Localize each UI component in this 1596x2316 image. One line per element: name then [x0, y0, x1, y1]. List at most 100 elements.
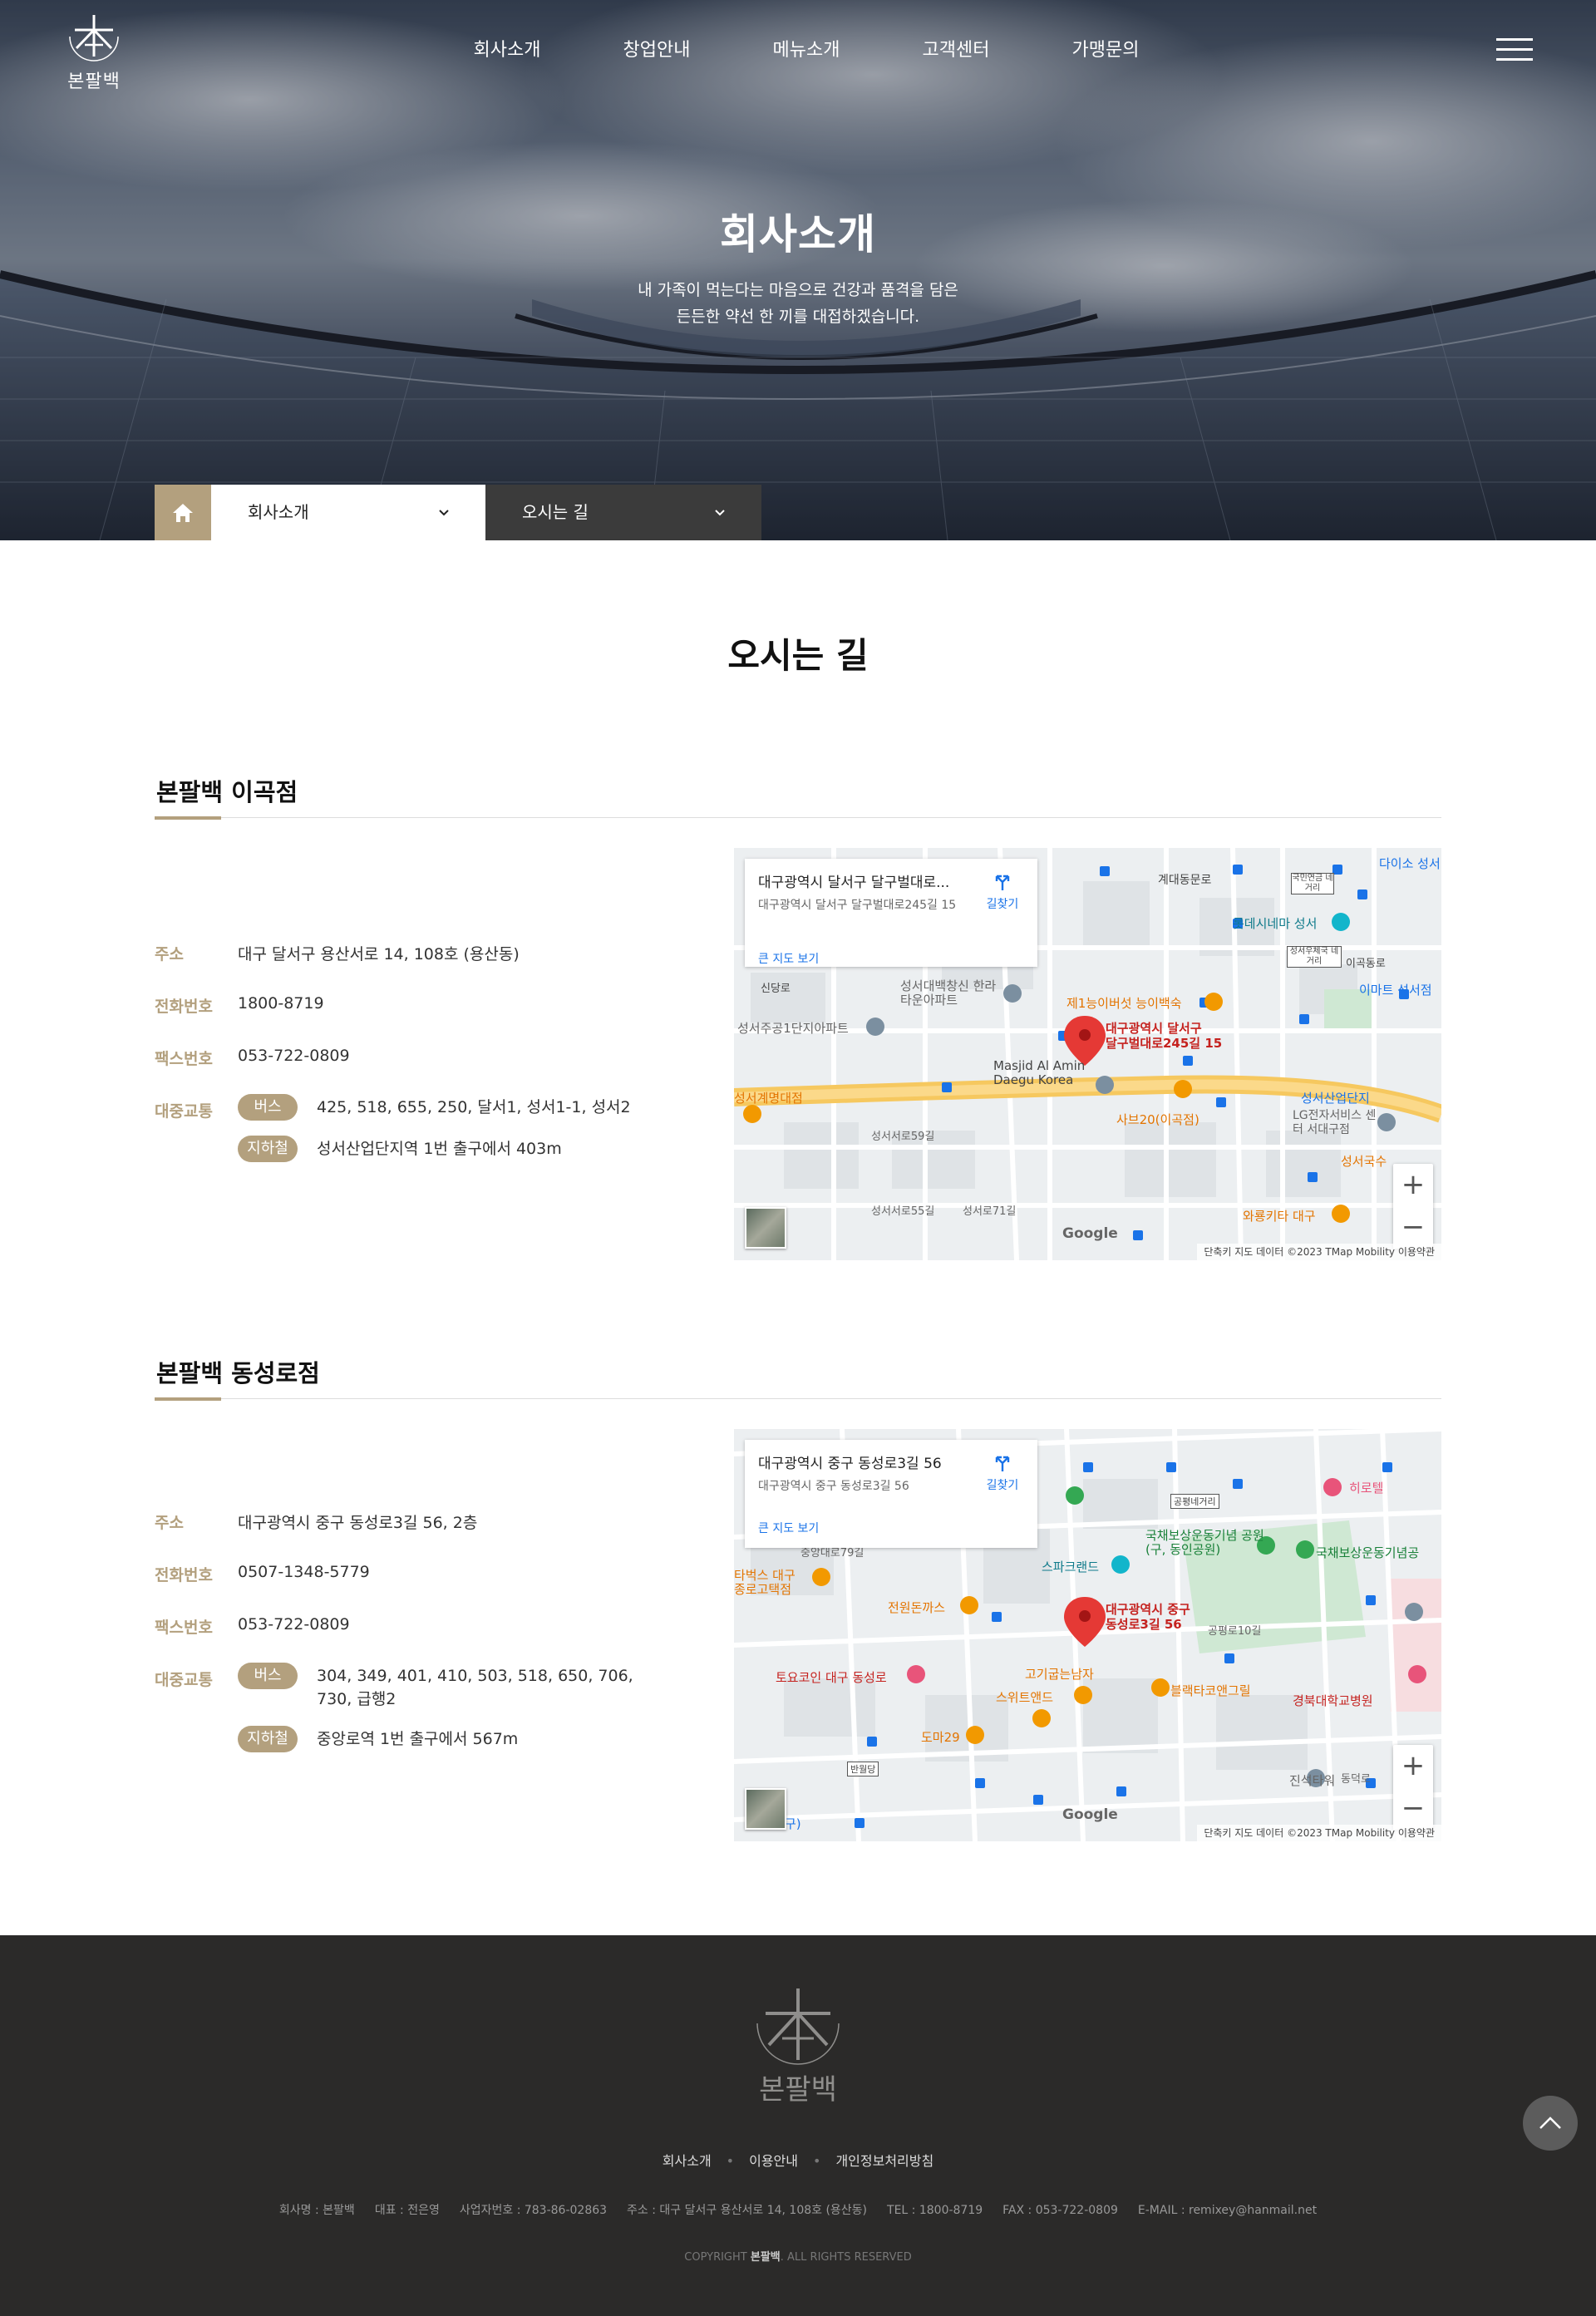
map-place-label: 스파크랜드 — [1042, 1560, 1100, 1574]
main-navigation: 회사소개 창업안내 메뉴소개 고객센터 가맹문의 — [432, 37, 1180, 65]
google-map-igok[interactable]: 다이소 성서 계대동문로 롯데시네마 성서 이곡동로 이마트 성서점 신당로 성… — [734, 848, 1441, 1260]
scroll-to-top-button[interactable] — [1523, 2096, 1578, 2151]
map-place-label: 롯데시네마 성서 — [1233, 916, 1318, 931]
nav-company[interactable]: 회사소개 — [432, 37, 582, 65]
directions-icon — [995, 875, 1010, 890]
branch-name: 본팔백 동성로점 — [156, 1359, 320, 1387]
footer-logo[interactable]: 본팔백 — [752, 1985, 844, 2107]
bus-routes: 425, 518, 655, 250, 달서1, 성서1-1, 성서2 — [317, 1098, 631, 1116]
copyright: COPYRIGHT 본팔백. ALL RIGHTS RESERVED — [0, 2248, 1596, 2264]
zoom-out-button[interactable]: − — [1393, 1787, 1433, 1830]
map-pin-label: 대구광역시 달서구 달구벌대로245길 15 — [1106, 1021, 1222, 1051]
map-info-card: 대구광역시 달서구 달구벌대로... 대구광역시 달서구 달구벌대로245길 1… — [745, 859, 1037, 967]
map-pin-label: 대구광역시 중구 동성로3길 56 — [1106, 1602, 1190, 1632]
view-larger-map-link[interactable]: 큰 지도 보기 — [758, 1520, 819, 1536]
bus-badge: 버스 — [238, 1663, 298, 1689]
footer-company-info: 회사명 : 본팔백 대표 : 전은영 사업자번호 : 783-86-02863 주소 … — [0, 2201, 1596, 2218]
map-place-label: 성서산업단지 — [1301, 1091, 1370, 1106]
nav-startup[interactable]: 창업안내 — [582, 37, 732, 65]
zoom-in-button[interactable]: + — [1393, 1745, 1433, 1787]
company-fax: FAX : 053-722-0809 — [1002, 2204, 1118, 2217]
map-card-address: 대구광역시 달서구 달구벌대로245길 15 — [758, 899, 957, 912]
map-pin-label-line-2: 동성로3길 56 — [1106, 1617, 1182, 1632]
map-place-label: 신당로 — [761, 983, 791, 995]
map-place-label: 이곡동로 — [1346, 958, 1386, 970]
company-tel: TEL : 1800-8719 — [887, 2204, 983, 2217]
map-place-label: 공평네거리 — [1170, 1494, 1219, 1509]
map-place-label: 공평로10길 — [1208, 1625, 1262, 1638]
fax-value: 053-722-0809 — [238, 1615, 350, 1634]
map-place-label: 히로텔 — [1349, 1481, 1384, 1496]
map-place-label: 이마트 성서점 — [1359, 983, 1432, 998]
map-place-label: 제1능이버섯 능이백숙 — [1066, 996, 1182, 1011]
hamburger-menu-icon[interactable] — [1496, 37, 1533, 63]
fax-label: 팩스번호 — [155, 1050, 213, 1068]
branch-header: 본팔백 동성로점 — [155, 1354, 1441, 1401]
map-place-label: 성서주공1단지아파트 — [737, 1021, 849, 1036]
map-info-card: 대구광역시 중구 동성로3길 56 대구광역시 중구 동성로3길 56 큰 지도… — [745, 1440, 1037, 1548]
hero-desc-line-2: 든든한 약선 한 끼를 대접하겠습니다. — [676, 308, 920, 326]
transit-row: 대중교통 버스 425, 518, 655, 250, 달서1, 성서1-1, … — [155, 1094, 653, 1174]
zoom-out-button[interactable]: − — [1393, 1206, 1433, 1249]
map-pin-label-line-1: 대구광역시 달서구 — [1106, 1021, 1202, 1036]
footer-link-company[interactable]: 회사소개 — [663, 2150, 712, 2170]
depth1-label: 회사소개 — [248, 502, 309, 522]
subway-badge: 지하철 — [238, 1136, 298, 1162]
map-attribution[interactable]: 단축키 지도 데이터 ©2023 TMap Mobility 이용약관 — [1197, 1825, 1441, 1841]
map-place-label: 성서대백창신 한라타운아파트 — [900, 978, 997, 1008]
location-nav: 회사소개 오시는 길 — [155, 485, 761, 540]
chevron-down-icon — [439, 510, 449, 516]
google-logo: Google — [1062, 1806, 1118, 1823]
home-button[interactable] — [155, 485, 211, 540]
map-place-label: 국민연금 네거리 — [1291, 873, 1334, 894]
address-label: 주소 — [155, 1514, 184, 1532]
map-place-label: 전원돈까스 — [888, 1600, 946, 1615]
view-larger-map-link[interactable]: 큰 지도 보기 — [758, 950, 819, 967]
directions-button[interactable]: 길찾기 — [983, 872, 1022, 912]
branch-underline — [155, 1397, 221, 1401]
map-place-label: 사브20(이곡점) — [1116, 1112, 1199, 1127]
map-zoom-control: + − — [1393, 1164, 1433, 1249]
nav-customer-center[interactable]: 고객센터 — [881, 37, 1031, 65]
company-email: E-MAIL : remixey@hanmail.net — [1137, 2204, 1318, 2217]
hero-description: 내 가족이 먹는다는 마음으로 건강과 품격을 담은 든든한 약선 한 끼를 대… — [0, 277, 1596, 330]
fax-label: 팩스번호 — [155, 1619, 213, 1637]
hero-banner — [0, 0, 1596, 540]
map-place-label: 국채보상운동기념 공원(구, 동인공원) — [1145, 1528, 1264, 1557]
map-place-label: 와룡키타 대구 — [1243, 1209, 1316, 1224]
chevron-down-icon — [715, 510, 725, 516]
phone-value: 1800-8719 — [238, 994, 324, 1013]
company-address: 주소 : 대구 달서구 용산서로 14, 108호 (용산동) — [627, 2204, 868, 2217]
map-place-label: 동덕로 — [1341, 1773, 1371, 1786]
nav-menu[interactable]: 메뉴소개 — [732, 37, 881, 65]
zoom-in-button[interactable]: + — [1393, 1164, 1433, 1206]
map-place-label: 스위트앤드 — [996, 1690, 1054, 1705]
nav-franchise[interactable]: 가맹문의 — [1031, 37, 1180, 65]
phone-label: 전화번호 — [155, 998, 213, 1016]
transit-row: 대중교통 버스 304, 349, 401, 410, 503, 518, 65… — [155, 1663, 653, 1759]
hero-overlay — [0, 0, 1596, 540]
site-logo[interactable]: 본팔백 — [63, 12, 125, 92]
directions-button[interactable]: 길찾기 — [983, 1453, 1022, 1493]
satellite-toggle[interactable] — [745, 1207, 786, 1249]
google-logo: Google — [1062, 1225, 1118, 1242]
map-place-label: 성서계명대점 — [734, 1091, 803, 1106]
depth2-dropdown[interactable]: 오시는 길 — [485, 485, 761, 540]
map-place-label: 성서우체국 네거리 — [1287, 946, 1342, 968]
footer-link-terms[interactable]: 이용안내 — [749, 2150, 798, 2170]
hero-desc-line-1: 내 가족이 먹는다는 마음으로 건강과 품격을 담은 — [638, 281, 958, 299]
depth1-dropdown[interactable]: 회사소개 — [211, 485, 485, 540]
map-attribution[interactable]: 단축키 지도 데이터 ©2023 TMap Mobility 이용약관 — [1197, 1244, 1441, 1260]
branch-header: 본팔백 이곡점 — [155, 773, 1441, 820]
map-place-label: 계대동문로 — [1158, 874, 1212, 887]
satellite-toggle[interactable] — [745, 1788, 786, 1830]
address-value: 대구 달서구 용산서로 14, 108호 (용산동) — [238, 945, 520, 963]
fax-value: 053-722-0809 — [238, 1047, 350, 1065]
google-map-dongseongro[interactable]: 히로텔 공평네거리 국채보상운동기념 공원(구, 동인공원) 국채보상운동기념공… — [734, 1429, 1441, 1841]
map-place-label: 다이소 성서 — [1379, 856, 1441, 871]
footer-logo-text: 본팔백 — [759, 2073, 837, 2107]
map-card-title: 대구광역시 중구 동성로3길 56 — [758, 1456, 942, 1472]
map-card-title: 대구광역시 달서구 달구벌대로... — [758, 875, 950, 891]
footer-link-privacy[interactable]: 개인정보처리방침 — [835, 2150, 933, 2170]
directions-label: 길찾기 — [986, 898, 1019, 911]
